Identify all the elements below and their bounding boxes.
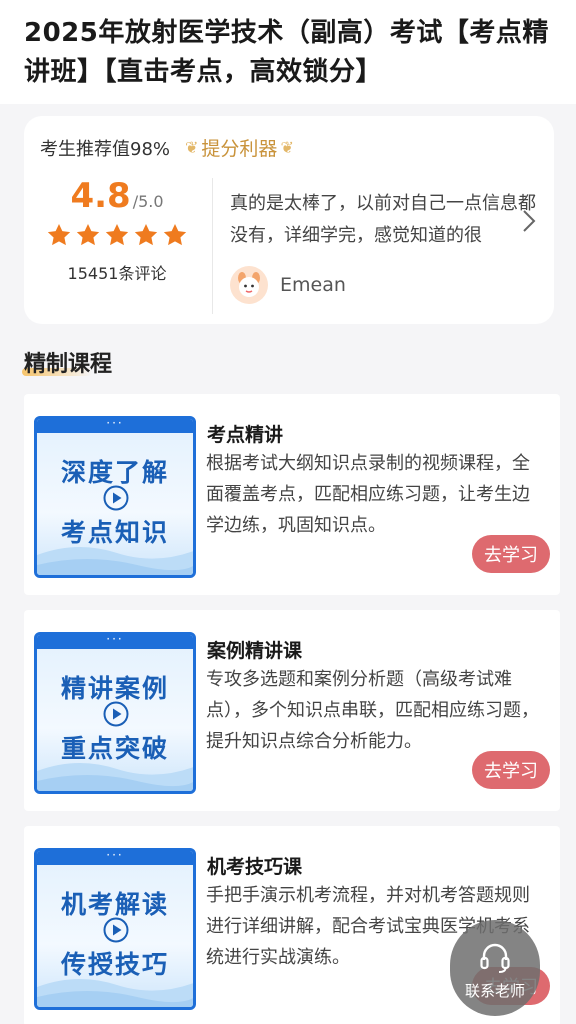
featured-review-text: 真的是太棒了，以前对自己一点信息都没有，详细学完，感觉知道的很 bbox=[230, 193, 536, 246]
cartoon-avatar-icon bbox=[238, 272, 260, 297]
score-value: 4.8 bbox=[70, 176, 131, 216]
wave-decoration bbox=[37, 547, 193, 575]
headset-icon bbox=[480, 943, 510, 973]
course-thumbnail[interactable]: ··· 机考解读 传授技巧 bbox=[34, 848, 196, 1010]
wave-decoration bbox=[37, 979, 193, 1007]
wave-decoration bbox=[37, 763, 193, 791]
play-icon bbox=[103, 485, 129, 511]
thumbnail-line1: 精讲案例 bbox=[60, 674, 169, 703]
avatar bbox=[230, 266, 268, 304]
course-title: 机考技巧课 bbox=[207, 856, 303, 878]
thumbnail-line1: 机考解读 bbox=[60, 890, 169, 919]
star-icon bbox=[105, 223, 129, 246]
course-description: 根据考试大纲知识点录制的视频课程，全面覆盖考点，匹配相应练习题，让考生边学边练，… bbox=[206, 453, 530, 536]
contact-teacher-button[interactable]: 联系老师 bbox=[450, 920, 540, 1016]
star-icon bbox=[163, 223, 187, 246]
course-card[interactable]: ··· 深度了解 考点知识 考点精讲 根据考试大纲知识点录制的视频课程，全面覆盖… bbox=[24, 394, 560, 595]
recommend-row: 考生推荐值98% ❦ 提分利器 ❦ bbox=[40, 134, 297, 161]
play-icon bbox=[103, 917, 129, 943]
recommend-badge: ❦ 提分利器 ❦ bbox=[182, 134, 297, 161]
study-button[interactable]: 去学习 bbox=[472, 535, 550, 573]
course-thumbnail[interactable]: ··· 深度了解 考点知识 bbox=[34, 416, 196, 578]
course-thumbnail[interactable]: ··· 精讲案例 重点突破 bbox=[34, 632, 196, 794]
score-max: /5.0 bbox=[132, 192, 164, 211]
chevron-right-icon[interactable] bbox=[520, 208, 538, 234]
reviewer: Emean bbox=[230, 266, 346, 304]
section-header: 精制课程 bbox=[0, 324, 576, 378]
rating-column: 4.8 /5.0 15451条评论 bbox=[42, 176, 192, 284]
course-title: 案例精讲课 bbox=[207, 640, 303, 662]
star-rating bbox=[42, 222, 192, 248]
laurel-right-icon: ❦ bbox=[280, 138, 294, 157]
thumbnail-line1: 深度了解 bbox=[60, 458, 169, 487]
dots-icon: ··· bbox=[37, 851, 193, 865]
badge-label: 提分利器 bbox=[201, 138, 278, 160]
star-icon bbox=[134, 223, 158, 246]
score-line: 4.8 /5.0 bbox=[42, 176, 192, 216]
laurel-left-icon: ❦ bbox=[185, 138, 199, 157]
study-button[interactable]: 去学习 bbox=[472, 751, 550, 789]
review-count: 15451条评论 bbox=[67, 264, 167, 283]
play-icon bbox=[103, 701, 129, 727]
star-icon bbox=[47, 223, 71, 246]
course-description: 专攻多选题和案例分析题（高级考试难点），多个知识点串联，匹配相应练习题，提升知识… bbox=[206, 669, 539, 752]
page-title: 2025年放射医学技术（副高）考试【考点精讲班】【直击考点，高效锁分】 bbox=[24, 18, 549, 87]
recommend-text: 考生推荐值98% bbox=[40, 138, 171, 160]
rating-summary-card[interactable]: 考生推荐值98% ❦ 提分利器 ❦ 4.8 /5.0 15451条评论 真的是太 bbox=[24, 116, 554, 324]
divider bbox=[212, 178, 213, 314]
contact-label: 联系老师 bbox=[464, 981, 525, 1000]
header: 2025年放射医学技术（副高）考试【考点精讲班】【直击考点，高效锁分】 bbox=[0, 0, 576, 104]
summary-section: 考生推荐值98% ❦ 提分利器 ❦ 4.8 /5.0 15451条评论 真的是太 bbox=[0, 104, 576, 324]
star-icon bbox=[76, 223, 100, 246]
section-title: 精制课程 bbox=[21, 346, 112, 378]
course-title: 考点精讲 bbox=[207, 424, 284, 446]
dots-icon: ··· bbox=[37, 419, 193, 433]
course-card[interactable]: ··· 精讲案例 重点突破 案例精讲课 专攻多选题和案例分析题（高级考试难点），… bbox=[24, 610, 560, 811]
reviewer-name: Emean bbox=[280, 274, 346, 296]
dots-icon: ··· bbox=[37, 635, 193, 649]
